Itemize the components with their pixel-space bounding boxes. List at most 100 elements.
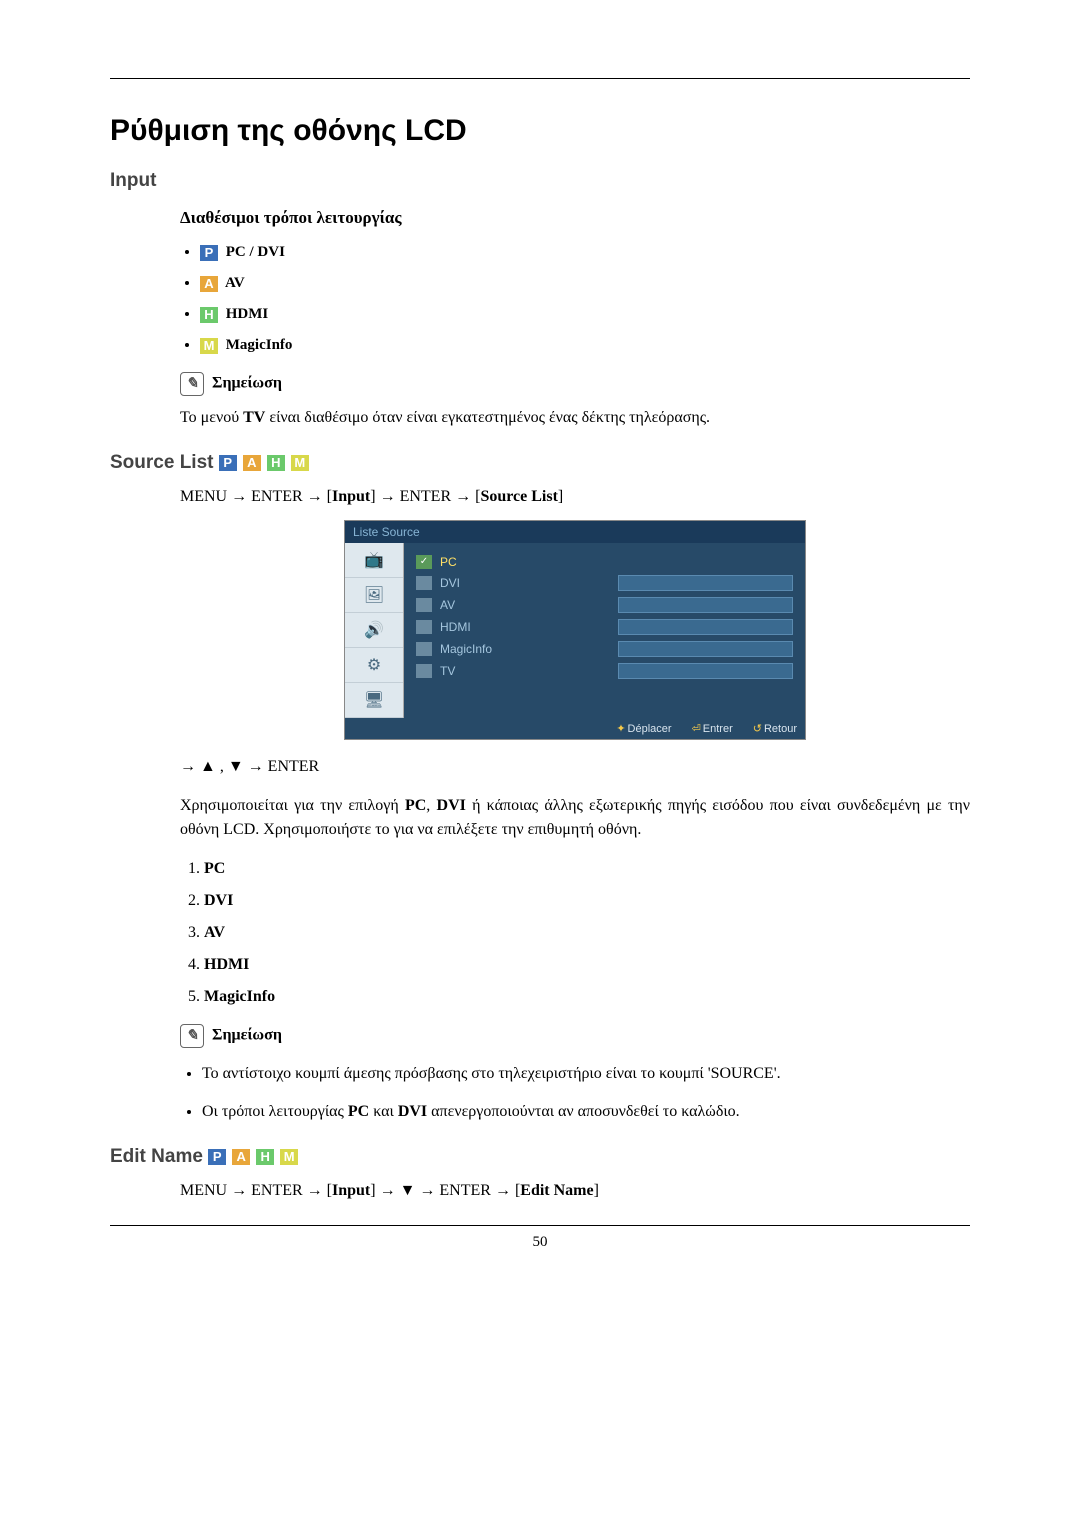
osd-footer: ✦Déplacer ⏎Entrer ↺Retour: [345, 718, 805, 739]
osd-option-label: DVI: [440, 576, 614, 590]
p-icon: P: [208, 1149, 226, 1165]
edit-name-heading: Edit Name P A H M: [110, 1146, 970, 1168]
note-bullet: Οι τρόποι λειτουργίας PC και DVI απενεργ…: [202, 1100, 970, 1124]
osd-bar: [618, 619, 794, 635]
note-1: ✎ Σημείωση: [180, 372, 970, 396]
mode-icons-group: P A H M: [219, 455, 313, 471]
osd-item-tv: TV: [416, 663, 793, 679]
top-rule: [110, 78, 970, 79]
path-seg: ]: [558, 488, 563, 505]
osd-footer-enter: ⏎Entrer: [692, 722, 733, 735]
path-seg: MENU → ENTER → [: [180, 1182, 332, 1199]
osd-option-label: TV: [440, 664, 614, 678]
bold: DVI: [398, 1103, 427, 1120]
blank-icon: [416, 664, 432, 678]
osd-foot-label: Entrer: [703, 723, 733, 735]
mode-label: AV: [225, 275, 245, 291]
h-icon: H: [256, 1149, 274, 1165]
list-label: HDMI: [204, 956, 249, 973]
seg: και: [369, 1103, 398, 1120]
path-seg: ] → ▼ → ENTER → [: [370, 1182, 520, 1199]
list-label: AV: [204, 924, 225, 941]
path-bold: Edit Name: [520, 1182, 593, 1199]
a-icon: A: [200, 276, 218, 292]
osd-main: ✓ PC DVI AV HDMI: [404, 543, 805, 718]
note-label-text: Σημείωση: [212, 1027, 282, 1044]
seg: Οι τρόποι λειτουργίας: [202, 1103, 348, 1120]
list-item: DVI: [204, 892, 970, 910]
list-label: MagicInfo: [204, 988, 275, 1005]
note-label-text: Σημείωση: [212, 375, 282, 392]
h-icon: H: [267, 455, 285, 471]
blank-icon: [416, 642, 432, 656]
desc-seg: ,: [426, 797, 436, 814]
m-icon: M: [200, 338, 218, 354]
nav-instructions: → ▲ , ▼ → ENTER: [180, 758, 970, 776]
path-seg: ] → ENTER → [: [370, 488, 480, 505]
path-bold: Input: [332, 1182, 370, 1199]
note-2-bullets: Το αντίστοιχο κουμπί άμεσης πρόσβασης στ…: [180, 1062, 970, 1124]
a-icon: A: [232, 1149, 250, 1165]
desc-seg: Χρησιμοποιείται για την επιλογή: [180, 797, 405, 814]
path-seg: MENU → ENTER → [: [180, 488, 332, 505]
mode-label: HDMI: [226, 306, 269, 322]
note-bullet: Το αντίστοιχο κουμπί άμεσης πρόσβασης στ…: [202, 1062, 970, 1086]
bold: PC: [348, 1103, 369, 1120]
mode-icons-group: P A H M: [208, 1149, 302, 1165]
osd-bar: [618, 597, 794, 613]
list-label: PC: [204, 860, 225, 877]
osd-foot-label: Déplacer: [628, 723, 672, 735]
list-item: AV: [204, 924, 970, 942]
a-icon: A: [243, 455, 261, 471]
blank-icon: [416, 576, 432, 590]
modes-heading: Διαθέσιμοι τρόποι λειτουργίας: [180, 208, 970, 228]
note-2: ✎ Σημείωση: [180, 1024, 970, 1048]
edit-name-heading-text: Edit Name: [110, 1146, 203, 1167]
bottom-rule: [110, 1225, 970, 1226]
osd-item-dvi: DVI: [416, 575, 793, 591]
osd-sidebar-icon: 🖼: [345, 578, 403, 613]
osd-screenshot: Liste Source 📺 🖼 🔊 ⚙ 🖥 ✓ PC DV: [180, 520, 970, 740]
m-icon: M: [280, 1149, 298, 1165]
page: Ρύθμιση της οθόνης LCD Input Διαθέσιμοι …: [0, 0, 1080, 1291]
osd-footer-move: ✦Déplacer: [616, 722, 671, 735]
osd-title: Liste Source: [345, 521, 805, 543]
p-icon: P: [200, 245, 218, 261]
desc-bold: PC: [405, 797, 426, 814]
blank-icon: [416, 598, 432, 612]
mode-item-magicinfo: M MagicInfo: [200, 337, 970, 354]
osd-bar: [618, 641, 794, 657]
move-icon: ✦: [616, 723, 625, 735]
osd-item-hdmi: HDMI: [416, 619, 793, 635]
osd-bar: [618, 663, 794, 679]
modes-list: P PC / DVI A AV H HDMI M MagicInfo: [180, 244, 970, 354]
osd-bar: [618, 575, 794, 591]
osd-foot-label: Retour: [764, 723, 797, 735]
mode-label: MagicInfo: [226, 337, 293, 353]
osd-option-label: HDMI: [440, 620, 614, 634]
note-icon: ✎: [180, 1024, 204, 1048]
seg: απενεργοποιούνται αν αποσυνδεθεί το καλώ…: [427, 1103, 740, 1120]
osd-option-label: PC: [440, 555, 793, 569]
page-title: Ρύθμιση της οθόνης LCD: [110, 114, 970, 148]
osd-panel: Liste Source 📺 🖼 🔊 ⚙ 🖥 ✓ PC DV: [344, 520, 806, 740]
source-numbered-list: PC DVI AV HDMI MagicInfo: [180, 860, 970, 1006]
osd-sidebar-icon: 🔊: [345, 613, 403, 648]
list-label: DVI: [204, 892, 233, 909]
osd-item-pc: ✓ PC: [416, 555, 793, 569]
list-item: HDMI: [204, 956, 970, 974]
path-bold: Source List: [480, 488, 557, 505]
osd-sidebar: 📺 🖼 🔊 ⚙ 🖥: [345, 543, 404, 718]
osd-sidebar-icon: 🖥: [345, 683, 403, 718]
mode-item-pc: P PC / DVI: [200, 244, 970, 261]
osd-sidebar-icon: ⚙: [345, 648, 403, 683]
osd-item-av: AV: [416, 597, 793, 613]
mode-item-av: A AV: [200, 275, 970, 292]
osd-footer-return: ↺Retour: [753, 722, 797, 735]
osd-sidebar-icon: 📺: [345, 543, 403, 578]
check-icon: ✓: [416, 555, 432, 569]
h-icon: H: [200, 307, 218, 323]
mode-item-hdmi: H HDMI: [200, 306, 970, 323]
source-list-desc: Χρησιμοποιείται για την επιλογή PC, DVI …: [180, 794, 970, 842]
m-icon: M: [291, 455, 309, 471]
